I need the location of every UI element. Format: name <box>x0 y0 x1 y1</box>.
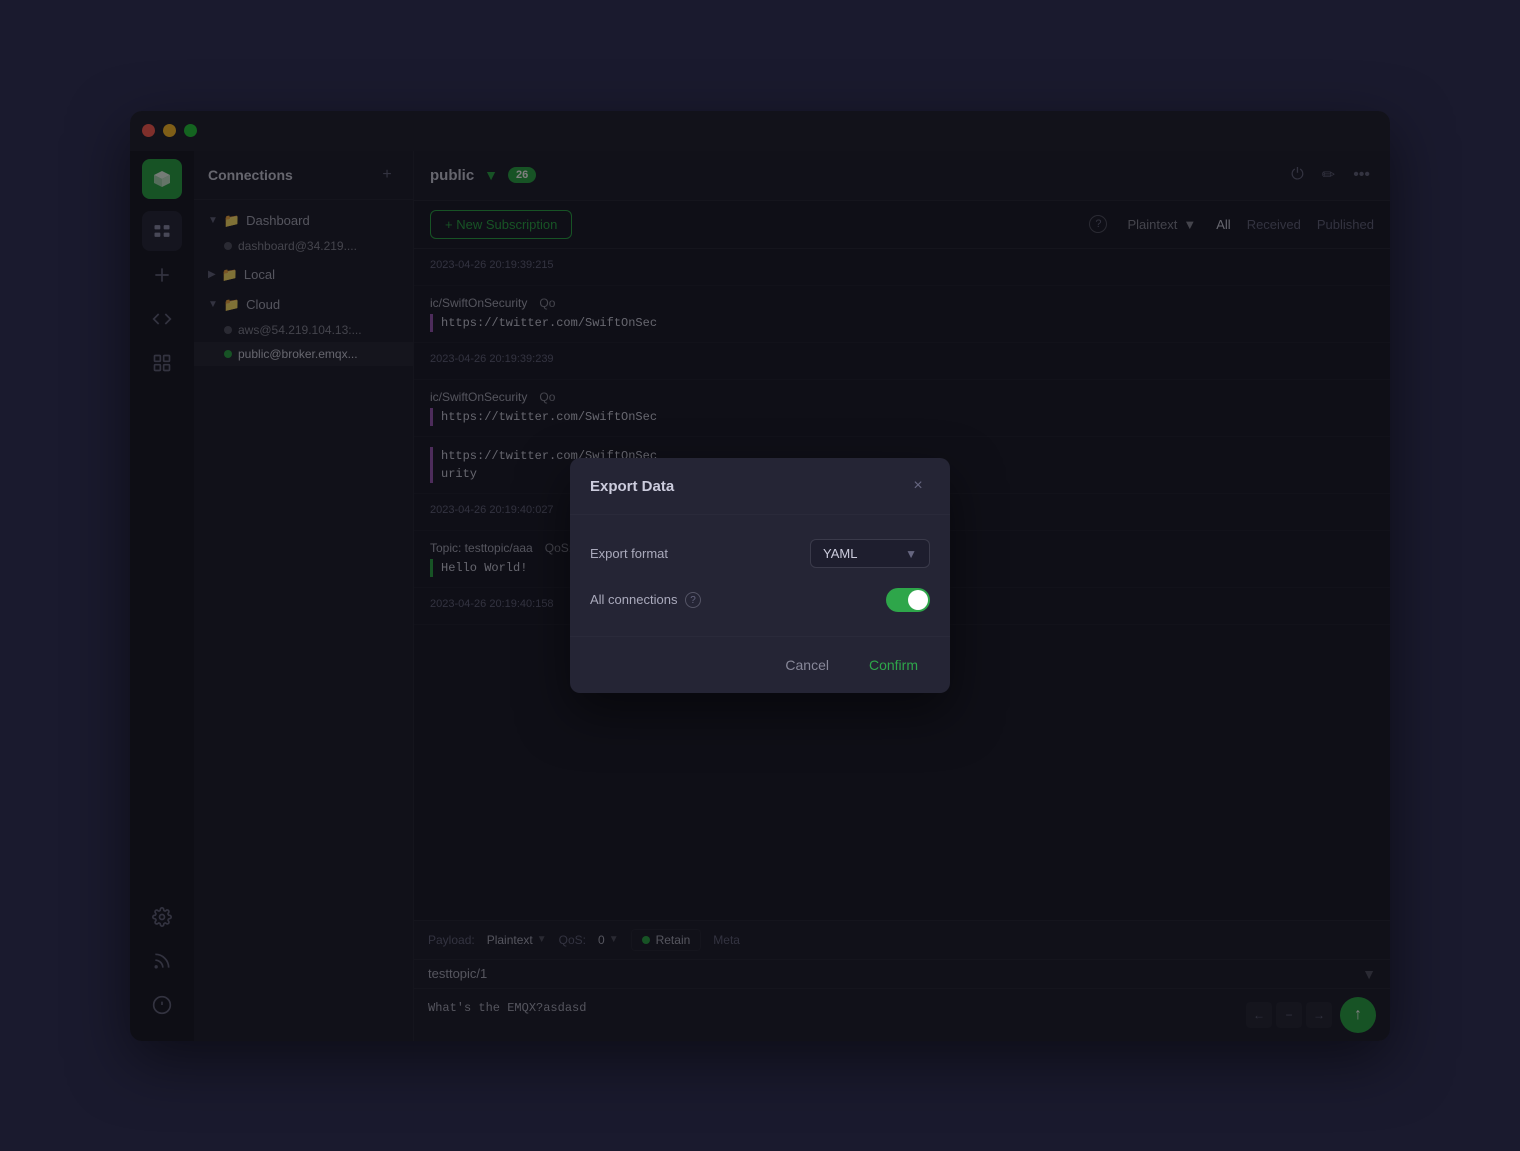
modal-overlay[interactable]: Export Data × Export format YAML ▼ All c… <box>130 111 1390 1041</box>
export-format-select[interactable]: YAML ▼ <box>810 539 930 568</box>
all-connections-help-icon: ? <box>685 592 701 608</box>
confirm-button[interactable]: Confirm <box>857 651 930 679</box>
all-connections-toggle[interactable] <box>886 588 930 612</box>
app-window: Connections + ▼ 📁 Dashboard dashboard@34… <box>130 111 1390 1041</box>
modal-body: Export format YAML ▼ All connections ? <box>570 515 950 636</box>
modal-title: Export Data <box>590 478 674 495</box>
export-format-value: YAML <box>823 546 857 561</box>
all-connections-label: All connections ? <box>590 592 701 609</box>
export-format-field: Export format YAML ▼ <box>590 539 930 568</box>
toggle-knob <box>908 590 928 610</box>
export-format-arrow: ▼ <box>905 547 917 561</box>
modal-footer: Cancel Confirm <box>570 636 950 693</box>
cancel-button[interactable]: Cancel <box>773 651 841 679</box>
all-connections-toggle-container <box>886 588 930 612</box>
modal-header: Export Data × <box>570 458 950 515</box>
export-data-modal: Export Data × Export format YAML ▼ All c… <box>570 458 950 693</box>
export-format-label: Export format <box>590 546 668 561</box>
modal-close-button[interactable]: × <box>906 474 930 498</box>
all-connections-field: All connections ? <box>590 588 930 612</box>
